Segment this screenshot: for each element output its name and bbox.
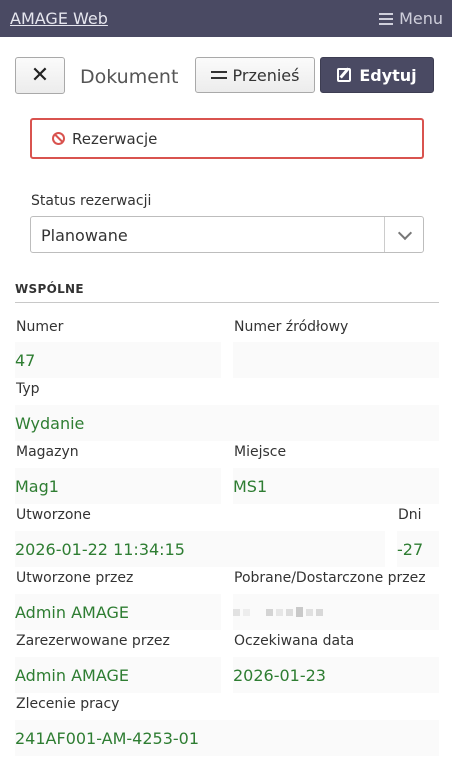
numer-field: 47 — [15, 342, 221, 378]
status-select[interactable]: Planowane — [30, 216, 424, 253]
page-title: Dokument — [80, 66, 179, 88]
dni-label: Dni — [398, 507, 422, 523]
dni-field: -27 — [397, 531, 439, 567]
edit-button[interactable]: Edytuj — [320, 57, 434, 93]
oczekiwana-label: Oczekiwana data — [234, 633, 355, 649]
pobrane-label: Pobrane/Dostarczone przez — [234, 570, 426, 586]
edit-button-label: Edytuj — [359, 65, 417, 85]
utworzone-field: 2026-01-22 11:34:15 — [15, 531, 385, 567]
reservations-label: Rezerwacje — [72, 129, 158, 148]
ban-icon — [52, 132, 65, 145]
status-label: Status rezerwacji — [31, 193, 152, 209]
close-icon: ✕ — [30, 63, 50, 88]
status-value: Planowane — [41, 226, 128, 245]
typ-label: Typ — [16, 381, 40, 397]
top-navbar: AMAGE Web Menu — [0, 0, 452, 37]
menu-button[interactable]: Menu — [379, 9, 443, 28]
zarezerwowane-label: Zarezerwowane przez — [16, 633, 170, 649]
numer-label: Numer — [16, 319, 64, 335]
numer-zrodlowy-field — [233, 342, 439, 378]
edit-icon — [337, 68, 352, 82]
oczekiwana-field: 2026-01-23 — [233, 657, 439, 693]
menu-label: Menu — [399, 9, 443, 28]
zlecenie-field: 241AF001-AM-4253-01 — [15, 720, 439, 756]
magazyn-label: Magazyn — [16, 444, 79, 460]
close-button[interactable]: ✕ — [15, 57, 65, 94]
chevron-down-icon[interactable] — [397, 225, 413, 241]
transfer-icon — [210, 70, 227, 80]
reservations-alert[interactable]: Rezerwacje — [30, 118, 424, 159]
numer-zrodlowy-label: Numer źródłowy — [234, 319, 349, 335]
utworzone-przez-label: Utworzone przez — [16, 570, 134, 586]
move-button[interactable]: Przenieś — [195, 57, 315, 93]
section-title: WSPÓLNE — [15, 282, 84, 296]
pobrane-field — [233, 594, 439, 630]
move-button-label: Przenieś — [232, 65, 300, 85]
section-divider — [15, 302, 439, 303]
utworzone-przez-field: Admin AMAGE — [15, 594, 221, 630]
brand-link[interactable]: AMAGE Web — [10, 9, 108, 28]
miejsce-label: Miejsce — [234, 444, 287, 460]
magazyn-field: Mag1 — [15, 468, 221, 504]
zarezerwowane-field: Admin AMAGE — [15, 657, 221, 693]
miejsce-field: MS1 — [233, 468, 439, 504]
select-divider — [384, 217, 385, 252]
redacted-value — [233, 607, 324, 617]
typ-field: Wydanie — [15, 405, 439, 441]
zlecenie-label: Zlecenie pracy — [16, 696, 120, 712]
hamburger-icon — [379, 13, 394, 25]
utworzone-label: Utworzone — [16, 507, 91, 523]
